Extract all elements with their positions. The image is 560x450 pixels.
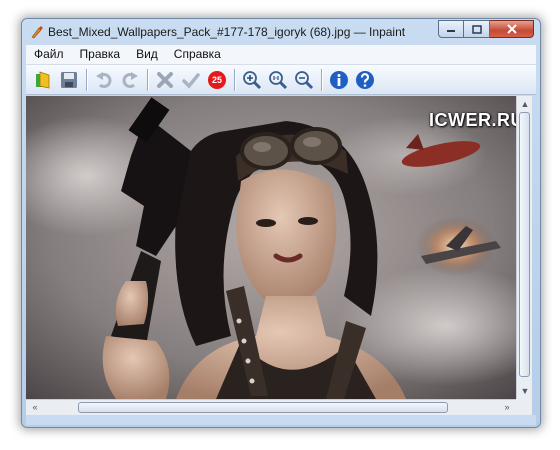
help-button[interactable] [353, 68, 377, 92]
image-canvas[interactable]: ICWER.RU [26, 96, 516, 399]
scroll-left-arrow-icon[interactable]: « [28, 400, 42, 414]
toolbar: 25 [26, 65, 536, 95]
menu-edit[interactable]: Правка [72, 45, 129, 64]
zoom-in-icon [243, 70, 262, 89]
minimize-button[interactable] [438, 20, 464, 38]
status-bar [26, 415, 536, 425]
zoom-actual-size-icon [269, 70, 288, 89]
undo-button[interactable] [92, 68, 116, 92]
redo-arrow-icon [122, 71, 138, 88]
zoom-in-button[interactable] [240, 68, 264, 92]
menu-file[interactable]: Файл [26, 45, 72, 64]
inpaint-app-icon [31, 26, 43, 39]
vertical-scrollbar[interactable]: ▲ ▼ [516, 96, 532, 399]
toolbar-separator [147, 68, 148, 91]
app-window: Best_Mixed_Wallpapers_Pack_#177-178_igor… [21, 18, 541, 428]
menu-help[interactable]: Справка [166, 45, 229, 64]
minimize-icon [447, 30, 455, 32]
caption-buttons [438, 20, 534, 38]
watermark-text: ICWER.RU [429, 110, 516, 130]
counter-button[interactable]: 25 [205, 68, 229, 92]
scroll-up-arrow-icon[interactable]: ▲ [518, 97, 532, 111]
erase-x-icon [157, 71, 173, 88]
open-button[interactable] [31, 68, 55, 92]
horizontal-scrollbar[interactable]: « » [26, 399, 516, 415]
undo-arrow-icon [96, 71, 112, 88]
apply-check-icon [182, 72, 200, 89]
title-bar[interactable]: Best_Mixed_Wallpapers_Pack_#177-178_igor… [22, 19, 540, 45]
window-title: Best_Mixed_Wallpapers_Pack_#177-178_igor… [48, 25, 406, 39]
scroll-right-arrow-icon[interactable]: » [500, 400, 514, 414]
scrollbar-corner [516, 399, 532, 415]
maximize-button[interactable] [464, 20, 490, 38]
open-image-icon [36, 70, 50, 88]
counter-badge: 25 [208, 70, 226, 89]
toolbar-separator [86, 68, 87, 91]
menu-view[interactable]: Вид [128, 45, 166, 64]
toolbar-separator [234, 68, 235, 91]
toolbar-separator [321, 68, 322, 91]
info-icon [330, 70, 348, 89]
redo-button[interactable] [118, 68, 142, 92]
vertical-scroll-thumb[interactable] [519, 112, 530, 377]
save-button[interactable] [57, 68, 81, 92]
close-button[interactable] [490, 20, 534, 38]
apply-button[interactable] [179, 68, 203, 92]
info-button[interactable] [327, 68, 351, 92]
save-disk-icon [61, 71, 77, 88]
scroll-down-arrow-icon[interactable]: ▼ [518, 384, 532, 398]
horizontal-scroll-thumb[interactable] [78, 402, 448, 413]
erase-button[interactable] [153, 68, 177, 92]
zoom-out-icon [295, 70, 314, 89]
zoom-actual-button[interactable] [266, 68, 290, 92]
help-icon [356, 70, 374, 89]
maximize-icon [471, 24, 482, 34]
photo-woman-with-gun [26, 96, 516, 399]
menu-bar: Файл Правка Вид Справка [26, 45, 536, 65]
zoom-out-button[interactable] [292, 68, 316, 92]
close-icon [506, 24, 517, 34]
